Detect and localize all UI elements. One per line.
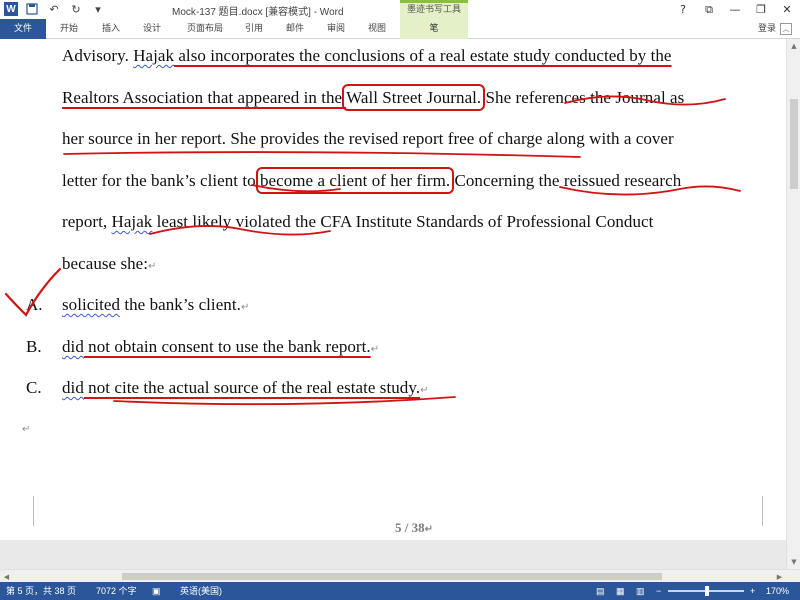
zoom-out-button[interactable]: − [656, 582, 661, 600]
text-line-5: report, Hajak least likely violated the … [62, 212, 654, 231]
zoom-slider-knob[interactable] [705, 586, 709, 596]
tab-review[interactable]: 审阅 [323, 19, 349, 39]
margin-corner-left [22, 496, 34, 526]
document-title: Mock-137 题目.docx [兼容模式] - Word [172, 7, 344, 18]
ink-underline-option-c [113, 396, 456, 406]
title-bar: W ↶ ↻ ▾ Mock-137 题目.docx [兼容模式] - Word 墨… [0, 0, 800, 19]
tab-view[interactable]: 视图 [364, 19, 390, 39]
scroll-down-icon[interactable]: ▼ [787, 555, 800, 569]
ink-underline-line-3 [63, 151, 581, 158]
save-icon[interactable] [24, 1, 40, 17]
boxed-source: Wall Street Journal. [342, 84, 486, 111]
horizontal-scrollbar[interactable]: ◀ ▶ [0, 569, 800, 582]
close-button[interactable]: ✕ [774, 0, 800, 19]
page-count[interactable]: 第 5 页，共 38 页 [6, 582, 76, 600]
vertical-scroll-thumb[interactable] [790, 99, 798, 189]
tab-home[interactable]: 开始 [56, 19, 82, 39]
option-a-text[interactable]: solicited the bank’s client.↵ [62, 295, 249, 315]
document-area[interactable]: Advisory. Hajak also incorporates the co… [0, 39, 786, 569]
text-line-1: Advisory. Hajak also incorporates the co… [62, 46, 672, 65]
paragraph-mark: ↵ [148, 261, 157, 272]
undo-icon[interactable]: ↶ [46, 1, 62, 17]
text-line-2: Realtors Association that appeared in th… [62, 84, 685, 111]
scroll-up-icon[interactable]: ▲ [787, 39, 800, 53]
ribbon-display-button[interactable]: ⧉ [696, 0, 722, 19]
horizontal-scroll-thumb[interactable] [122, 573, 662, 580]
window-controls: ? ⧉ — ❐ ✕ [670, 0, 800, 19]
option-b-text[interactable]: did not obtain consent to use the bank r… [62, 337, 379, 357]
read-mode-icon[interactable]: ▤ [596, 582, 605, 600]
page-number: 5 / 38↵ [395, 520, 434, 535]
option-b-letter: B. [26, 337, 42, 356]
zoom-level[interactable]: 170% [766, 582, 789, 600]
print-layout-icon[interactable]: ▦ [616, 582, 625, 600]
document-page[interactable]: Advisory. Hajak also incorporates the co… [0, 39, 786, 569]
text-line-4: letter for the bank’s client to become a… [62, 167, 682, 194]
option-c-text[interactable]: did not cite the actual source of the re… [62, 378, 429, 398]
status-bar: 第 5 页，共 38 页 7072 个字 ▣ 英语(美国) ▤ ▦ ▥ − + … [0, 582, 800, 600]
help-button[interactable]: ? [670, 0, 696, 19]
quick-access-toolbar: W ↶ ↻ ▾ [4, 1, 106, 17]
option-a-letter: A. [26, 295, 43, 314]
customize-qat-icon[interactable]: ▾ [90, 1, 106, 17]
zoom-in-button[interactable]: + [750, 582, 755, 600]
text-line-6: because she:↵ [62, 254, 157, 273]
tab-mailings[interactable]: 邮件 [282, 19, 308, 39]
word-count[interactable]: 7072 个字 [96, 582, 137, 600]
author-name: Hajak [111, 212, 153, 231]
minimize-button[interactable]: — [722, 0, 748, 19]
collapse-ribbon-button[interactable]: ︿ [780, 23, 792, 35]
tab-design[interactable]: 设计 [139, 19, 165, 39]
redo-icon[interactable]: ↻ [68, 1, 84, 17]
proofing-icon[interactable]: ▣ [152, 582, 161, 600]
tab-pen[interactable]: 笔 [400, 19, 468, 39]
word-logo-icon: W [4, 2, 18, 16]
language[interactable]: 英语(美国) [180, 582, 222, 600]
margin-corner-right [762, 496, 774, 526]
vertical-scrollbar[interactable]: ▲ ▼ [786, 39, 800, 569]
web-layout-icon[interactable]: ▥ [636, 582, 645, 600]
login-link[interactable]: 登录 [758, 19, 776, 39]
restore-button[interactable]: ❐ [748, 0, 774, 19]
tab-references[interactable]: 引用 [241, 19, 267, 39]
tab-insert[interactable]: 插入 [98, 19, 124, 39]
option-c-letter: C. [26, 378, 42, 397]
author-name: Hajak [133, 46, 175, 65]
text-line-3: her source in her report. She provides t… [62, 129, 674, 148]
ribbon-tab-bar: 文件 开始 插入 设计 页面布局 引用 邮件 审阅 视图 笔 登录 ︿ [0, 19, 800, 39]
page-gap [0, 540, 786, 569]
boxed-phrase: become a client of her firm. [255, 167, 455, 194]
tab-page-layout[interactable]: 页面布局 [180, 19, 230, 39]
empty-paragraph: ↵ [22, 424, 31, 435]
context-tool-title: 墨迹书写工具 [400, 0, 468, 19]
tab-file[interactable]: 文件 [0, 19, 46, 39]
